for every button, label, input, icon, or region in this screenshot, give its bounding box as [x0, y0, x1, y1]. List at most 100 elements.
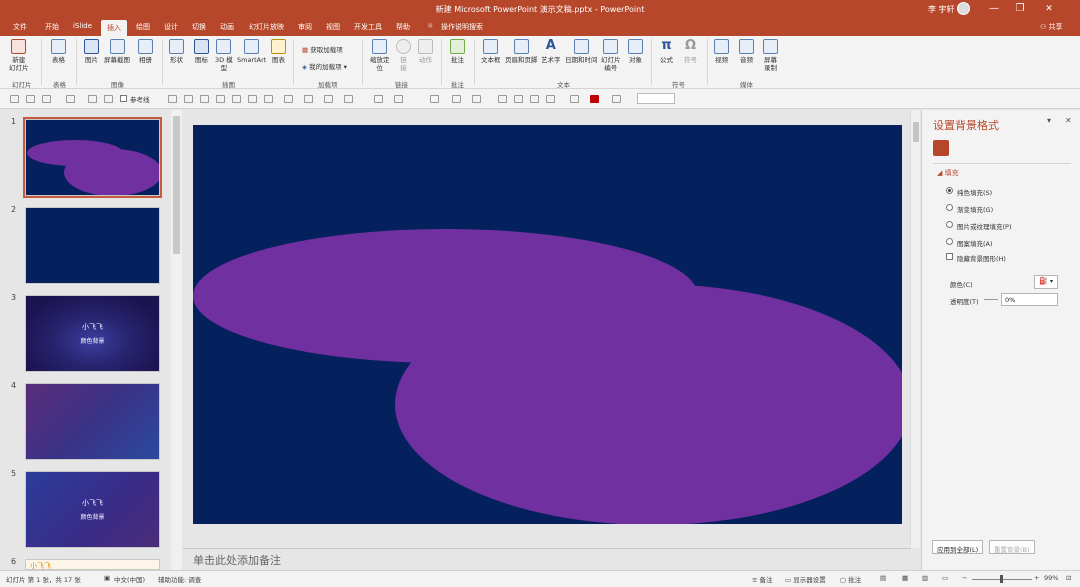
tab-view[interactable]: 视图 [326, 22, 340, 32]
group-icon[interactable] [546, 95, 555, 103]
align-icon[interactable] [216, 95, 225, 103]
radio[interactable] [946, 187, 953, 194]
slide-thumbnail-5[interactable]: 小飞飞 颜色背景 [25, 471, 160, 548]
radio[interactable] [946, 221, 953, 228]
shape-icon[interactable] [344, 95, 353, 103]
tab-draw[interactable]: 绘图 [136, 22, 150, 32]
shapes-button[interactable]: 形状 [169, 39, 184, 64]
chart-button[interactable]: 图表 [271, 39, 286, 64]
pen-icon[interactable] [26, 95, 35, 103]
reset-background-button[interactable]: 重置背景(B) [989, 540, 1035, 554]
comments-toggle[interactable]: ▢ 批注 [840, 574, 861, 584]
tab-review[interactable]: 审阅 [298, 22, 312, 32]
user-name[interactable]: 李 宇轩 [928, 4, 955, 15]
tab-transitions[interactable]: 切换 [192, 22, 206, 32]
image-icon[interactable] [66, 95, 75, 103]
restore-button[interactable]: ❐ [1012, 1, 1028, 17]
spellcheck-icon[interactable]: ▣ [104, 574, 110, 582]
align-icon[interactable] [184, 95, 193, 103]
notes-pane[interactable]: 单击此处添加备注 [183, 548, 911, 570]
slide-thumbnail-3[interactable]: 小飞飞 颜色背景 [25, 295, 160, 372]
comment-button[interactable]: 批注 [450, 39, 465, 64]
icons-button[interactable]: 图标 [194, 39, 209, 64]
slideshow-view-icon[interactable]: ▭ [942, 574, 948, 582]
scrollbar-thumb[interactable] [913, 122, 919, 142]
close-button[interactable]: ✕ [1041, 1, 1057, 17]
wordart-button[interactable]: A 艺术字 [541, 39, 561, 65]
table-button[interactable]: 表格 [51, 39, 66, 64]
textbox-button[interactable]: 文本框 [481, 39, 501, 64]
align-icon[interactable] [200, 95, 209, 103]
tab-insert[interactable]: 插入 [101, 20, 127, 36]
tab-islide[interactable]: iSlide [73, 22, 92, 30]
tab-developer[interactable]: 开发工具 [354, 22, 382, 32]
fill-color-icon[interactable] [570, 95, 579, 103]
tab-slideshow[interactable]: 幻灯片放映 [249, 22, 284, 32]
shape-icon[interactable] [304, 95, 313, 103]
radio[interactable] [946, 204, 953, 211]
slide-scrollbar[interactable] [910, 110, 920, 548]
audio-button[interactable]: 音频 [739, 39, 754, 64]
sorter-view-icon[interactable]: ▦ [902, 574, 908, 582]
brush-icon[interactable] [472, 95, 481, 103]
distribute-icon[interactable] [284, 95, 293, 103]
apply-to-all-button[interactable]: 应用到全部(L) [932, 540, 984, 554]
screenshot-button[interactable]: 屏幕截图 [104, 39, 130, 64]
share-button[interactable]: ⚇ 共享 [1040, 22, 1063, 32]
symbol-button[interactable]: Ω 符号 [683, 39, 698, 65]
pane-close-button[interactable]: ✕ [1065, 116, 1072, 125]
align-icon[interactable] [248, 95, 257, 103]
zoom-in-button[interactable]: + [1034, 574, 1039, 582]
shape-icon[interactable] [324, 95, 333, 103]
display-settings-button[interactable]: ▭ 显示器设置 [785, 574, 826, 584]
slide-thumbnail-1[interactable] [23, 117, 162, 198]
tab-file[interactable]: 文件 [13, 22, 27, 32]
datetime-button[interactable]: 日期和时间 [565, 39, 598, 64]
fill-bucket-icon[interactable] [933, 140, 949, 156]
smartart-button[interactable]: SmartArt [237, 39, 266, 64]
text-icon[interactable] [394, 95, 403, 103]
screen-record-button[interactable]: 屏幕 录制 [763, 39, 778, 72]
tab-help[interactable]: 帮助 [396, 22, 410, 32]
album-button[interactable]: 相册 [138, 39, 153, 64]
group-icon[interactable] [498, 95, 507, 103]
transparency-slider[interactable] [984, 299, 998, 300]
normal-view-icon[interactable]: ▤ [880, 574, 886, 582]
my-addins-button[interactable]: ◈ 我的加载项 ▾ [302, 61, 347, 71]
slide-canvas[interactable] [193, 125, 902, 524]
align-icon[interactable] [168, 95, 177, 103]
reading-view-icon[interactable]: ▥ [922, 574, 928, 582]
align-icon[interactable] [232, 95, 241, 103]
header-footer-button[interactable]: 页眉和页脚 [505, 39, 538, 64]
action-button[interactable]: 动作 [418, 39, 433, 64]
slide-thumbnail-4[interactable] [25, 383, 160, 460]
pen-icon[interactable] [10, 95, 19, 103]
picture-button[interactable]: 图片 [84, 39, 99, 64]
minimize-button[interactable]: — [986, 1, 1002, 17]
tab-design[interactable]: 设计 [164, 22, 178, 32]
fill-section-header[interactable]: ◢ 填充 [937, 168, 959, 178]
tell-me-search[interactable]: 操作说明搜索 [441, 22, 483, 32]
ellipse-shape-bottom[interactable] [395, 284, 902, 524]
3d-models-button[interactable]: 3D 模 型 [215, 39, 233, 72]
zoom-out-button[interactable]: − [962, 574, 967, 582]
zoom-button[interactable]: 缩放定 位 [370, 39, 390, 72]
align-icon[interactable] [264, 95, 273, 103]
color-picker-button[interactable]: ⛽ ▾ [1034, 275, 1058, 289]
group-icon[interactable] [514, 95, 523, 103]
fit-slide-icon[interactable]: ⊡ [1066, 574, 1071, 582]
transparency-input[interactable]: 0% [1001, 293, 1058, 306]
thumbnail-scrollbar[interactable] [171, 110, 182, 570]
get-addins-button[interactable]: ▦ 获取加载项 [302, 44, 343, 54]
slide-thumbnail-6[interactable]: 小飞飞 [25, 559, 160, 570]
tab-animations[interactable]: 动画 [220, 22, 234, 32]
zoom-level[interactable]: 99% [1044, 574, 1058, 582]
zoom-slider-knob[interactable] [1000, 575, 1003, 583]
group-icon[interactable] [530, 95, 539, 103]
guides-checkbox[interactable] [120, 95, 127, 102]
pane-options-chevron[interactable]: ▾ [1047, 116, 1051, 125]
notes-toggle[interactable]: ≡ 备注 [752, 574, 773, 584]
color-swatch-icon[interactable] [590, 95, 599, 103]
text-color-icon[interactable] [374, 95, 383, 103]
crop-icon[interactable] [104, 95, 113, 103]
